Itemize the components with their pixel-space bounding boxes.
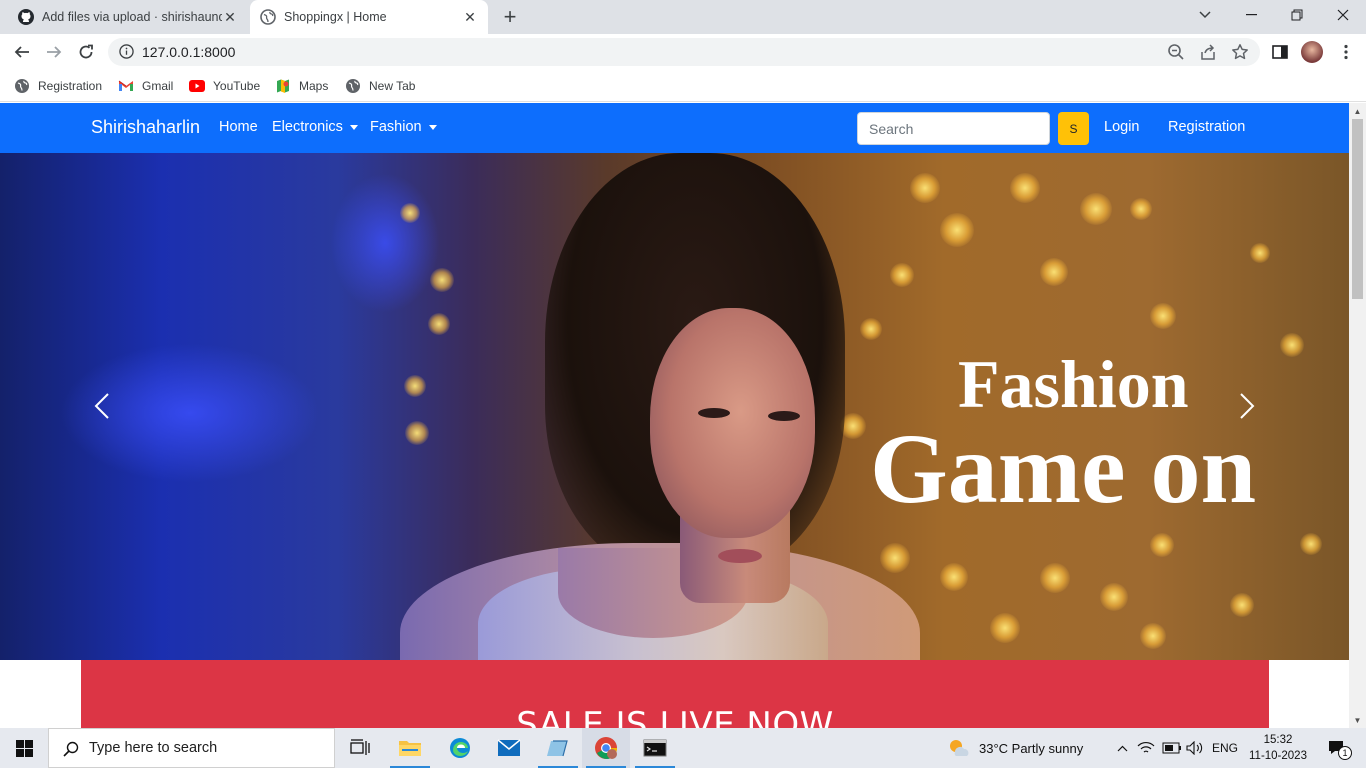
nav-electronics-label: Electronics [272, 119, 343, 135]
sale-banner-text: SALE IS LIVE NOW [516, 705, 834, 728]
bookmarks-bar: Registration Gmail YouTube Maps New Tab [0, 70, 1366, 102]
weather-widget[interactable]: 33°C Partly sunny [947, 728, 1083, 768]
github-icon [18, 9, 34, 25]
bookmark-label: New Tab [369, 79, 416, 93]
close-window-icon[interactable] [1320, 0, 1366, 30]
tab-search-chevron-icon[interactable] [1182, 0, 1228, 30]
clock[interactable]: 15:32 11-10-2023 [1247, 728, 1309, 768]
back-arrow-icon[interactable] [8, 38, 36, 66]
task-view-icon[interactable] [336, 728, 384, 768]
caret-down-icon [349, 124, 358, 130]
nav-electronics-dropdown[interactable]: Electronics [272, 119, 358, 135]
windows-taskbar: Type here to search 33°C Partly sunny EN… [0, 728, 1366, 768]
url-text: 127.0.0.1:8000 [142, 44, 236, 60]
profile-avatar[interactable] [1301, 41, 1323, 63]
page-scrollbar[interactable]: ▲ ▼ [1349, 103, 1366, 728]
nav-home-link[interactable]: Home [219, 119, 258, 135]
taskbar-search-box[interactable]: Type here to search [48, 728, 335, 768]
reload-icon[interactable] [72, 38, 100, 66]
maps-icon [275, 78, 291, 94]
youtube-icon [189, 78, 205, 94]
nav-registration-link[interactable]: Registration [1168, 119, 1245, 135]
carousel-caption-subtitle: Game on [870, 413, 1257, 524]
zoom-icon[interactable] [1167, 43, 1185, 61]
search-button[interactable]: S [1058, 112, 1089, 145]
battery-icon[interactable] [1162, 728, 1182, 768]
clock-time: 15:32 [1263, 734, 1293, 746]
bookmark-gmail[interactable]: Gmail [118, 77, 173, 95]
chevron-left-icon [94, 393, 109, 419]
language-indicator[interactable]: ENG [1212, 728, 1238, 768]
nav-fashion-dropdown[interactable]: Fashion [370, 119, 437, 135]
volume-icon[interactable] [1186, 728, 1204, 768]
menu-kebab-icon[interactable] [1337, 43, 1355, 61]
globe-icon [345, 78, 361, 94]
tab-title: Add files via upload · shirishaund [42, 10, 222, 24]
chrome-browser-icon[interactable] [582, 728, 630, 768]
notification-count-badge: 1 [1338, 746, 1352, 760]
page-viewport: Shirishaharlin Home Electronics Fashion … [0, 103, 1349, 728]
clock-date: 11-10-2023 [1249, 750, 1307, 762]
site-navbar: Shirishaharlin Home Electronics Fashion … [0, 103, 1349, 153]
tab-github-upload[interactable]: Add files via upload · shirishaund ✕ [8, 0, 248, 34]
share-icon[interactable] [1199, 43, 1217, 61]
bookmark-maps[interactable]: Maps [275, 77, 328, 95]
terminal-icon[interactable] [631, 728, 679, 768]
tab-title: Shoppingx | Home [284, 10, 387, 24]
scrollbar-thumb[interactable] [1352, 119, 1363, 299]
tab-shoppingx-home[interactable]: Shoppingx | Home ✕ [250, 0, 488, 34]
notes-app-icon[interactable] [534, 728, 582, 768]
scroll-down-arrow-icon[interactable]: ▼ [1349, 712, 1366, 728]
caret-down-icon [428, 124, 437, 130]
globe-icon [260, 9, 276, 25]
notifications-icon[interactable]: 1 [1322, 728, 1352, 768]
sale-banner: SALE IS LIVE NOW [81, 660, 1269, 728]
search-icon [63, 741, 79, 757]
taskbar-search-placeholder: Type here to search [89, 740, 218, 756]
partly-sunny-icon [950, 740, 969, 756]
carousel-prev-button[interactable] [82, 391, 122, 421]
bookmark-new-tab[interactable]: New Tab [345, 77, 415, 95]
mail-icon[interactable] [485, 728, 533, 768]
globe-icon [14, 78, 30, 94]
close-tab-icon[interactable]: ✕ [462, 9, 478, 25]
nav-fashion-label: Fashion [370, 119, 422, 135]
search-input[interactable] [857, 112, 1050, 145]
bookmark-star-icon[interactable] [1231, 43, 1249, 61]
restore-window-icon[interactable] [1274, 0, 1320, 30]
nav-login-link[interactable]: Login [1104, 119, 1139, 135]
site-info-icon[interactable] [119, 44, 134, 59]
minimize-window-icon[interactable] [1228, 0, 1274, 30]
network-icon[interactable] [1137, 728, 1155, 768]
scroll-up-arrow-icon[interactable]: ▲ [1349, 103, 1366, 119]
side-panel-icon[interactable] [1271, 43, 1289, 61]
new-tab-button[interactable]: + [498, 4, 522, 29]
browser-tab-strip: Add files via upload · shirishaund ✕ Sho… [0, 0, 1366, 34]
bookmark-youtube[interactable]: YouTube [189, 77, 260, 95]
weather-text: 33°C Partly sunny [979, 740, 1084, 756]
file-explorer-icon[interactable] [386, 728, 434, 768]
bookmark-label: Gmail [142, 79, 174, 93]
address-bar[interactable]: 127.0.0.1:8000 [108, 38, 1260, 66]
show-hidden-icons-chevron-icon[interactable] [1115, 728, 1129, 768]
edge-browser-icon[interactable] [436, 728, 484, 768]
windows-start-icon[interactable] [0, 728, 48, 768]
bookmark-registration[interactable]: Registration [14, 77, 102, 95]
bookmark-label: Maps [299, 79, 329, 93]
forward-arrow-icon[interactable] [40, 38, 68, 66]
hero-carousel: Fashion Game on [0, 153, 1349, 660]
bookmark-label: YouTube [213, 79, 261, 93]
bookmark-label: Registration [38, 79, 103, 93]
close-tab-icon[interactable]: ✕ [222, 9, 238, 25]
navbar-brand[interactable]: Shirishaharlin [91, 117, 200, 138]
gmail-icon [118, 78, 134, 94]
